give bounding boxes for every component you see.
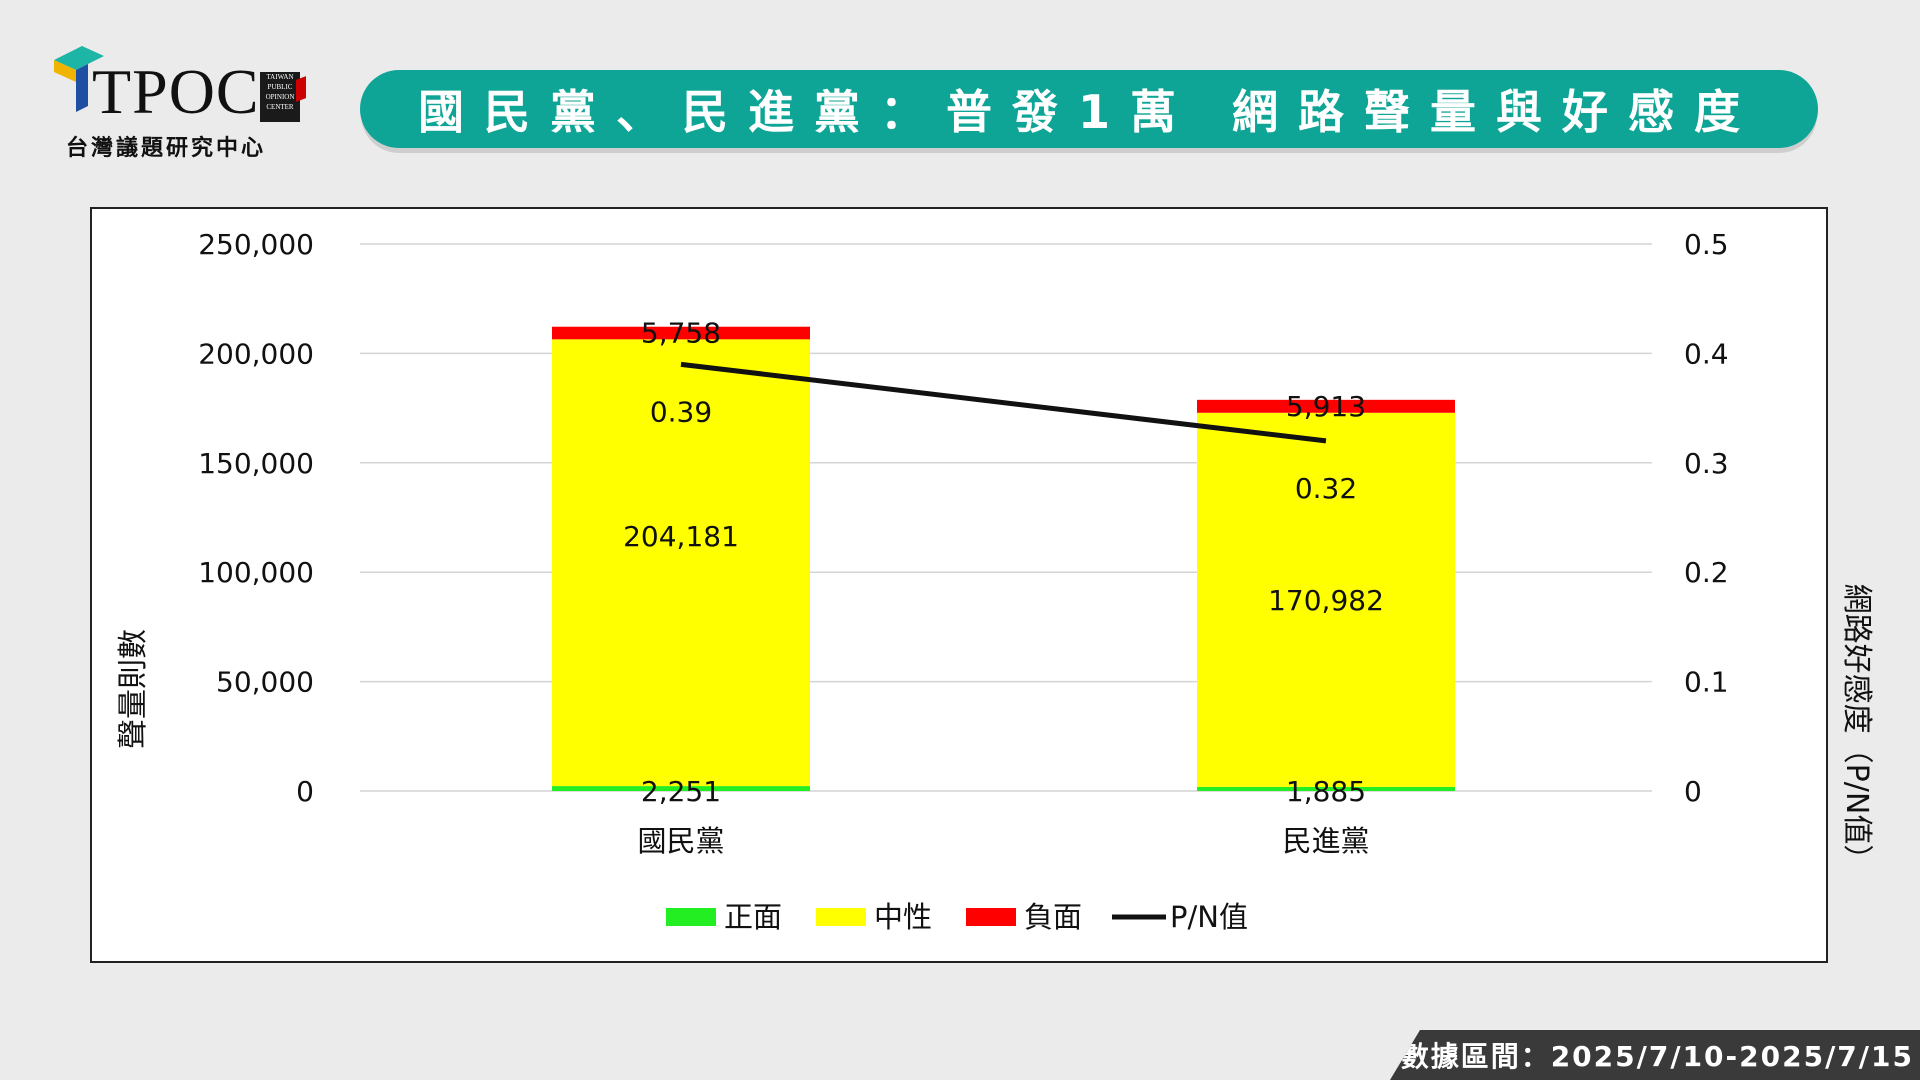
data-label: 5,758: [641, 317, 721, 350]
legend-label: P/N值: [1170, 900, 1248, 934]
y2-tick-label: 0.2: [1684, 556, 1729, 589]
logo-badge-stripe: [296, 76, 306, 102]
legend-label: 負面: [1024, 900, 1082, 934]
pn-data-label: 0.32: [1295, 472, 1357, 505]
logo-badge-line: TAIWAN: [266, 73, 294, 81]
data-label: 170,982: [1268, 584, 1384, 617]
y-axis-title-right: 網路好感度（P/N值）: [1839, 583, 1874, 875]
y2-tick-label: 0.5: [1684, 228, 1729, 261]
x-tick-label: 國民黨: [637, 824, 724, 858]
tpoc-logo: TPOC TAIWAN PUBLIC OPINION CENTER 台灣議題研究…: [52, 38, 312, 160]
logo-wordmark: TPOC: [92, 56, 260, 127]
y-tick-label: 200,000: [198, 337, 314, 370]
logo-badge-line: PUBLIC: [267, 83, 293, 91]
y2-tick-label: 0.3: [1684, 447, 1729, 480]
y-tick-label: 100,000: [198, 556, 314, 589]
date-range-tag: 數據區間：2025/7/10-2025/7/15: [1390, 1030, 1920, 1080]
logo-badge: TAIWAN PUBLIC OPINION CENTER: [260, 72, 306, 122]
y-tick-label: 250,000: [198, 228, 314, 261]
page-title: 國民黨、民進黨：普發1萬 網路聲量與好感度: [417, 85, 1761, 139]
y-tick-label: 50,000: [216, 666, 314, 699]
legend-swatch: [966, 908, 1016, 926]
title-banner: 國民黨、民進黨：普發1萬 網路聲量與好感度: [360, 70, 1818, 148]
y2-tick-label: 0.1: [1684, 666, 1729, 699]
legend-label: 中性: [874, 900, 932, 934]
legend-label: 正面: [724, 900, 782, 934]
chart-panel: 0 0 50,000 0.1 100,000 0.2 150,000 0.3 200,000 0.…: [90, 207, 1874, 963]
y-tick-label: 150,000: [198, 447, 314, 480]
data-label: 5,913: [1286, 390, 1366, 423]
data-label: 1,885: [1286, 775, 1366, 808]
x-tick-label: 民進黨: [1282, 824, 1369, 858]
date-range-text: 數據區間：2025/7/10-2025/7/15: [1400, 1040, 1914, 1073]
legend-swatch: [816, 908, 866, 926]
stacked-bar-chart: 0 0 50,000 0.1 100,000 0.2 150,000 0.3 200,000 0.…: [198, 228, 1729, 934]
y2-tick-label: 0: [1684, 775, 1702, 808]
y2-tick-label: 0.4: [1684, 337, 1729, 370]
data-label: 2,251: [641, 775, 721, 808]
y-tick-label: 0: [296, 775, 314, 808]
logo-subtitle: 台灣議題研究中心: [66, 135, 267, 160]
data-label: 204,181: [623, 520, 739, 553]
logo-badge-line: OPINION: [265, 93, 295, 101]
legend-swatch: [666, 908, 716, 926]
y-axis-title-left: 聲量則數: [116, 629, 151, 749]
logo-badge-line: CENTER: [266, 103, 294, 111]
pn-data-label: 0.39: [650, 395, 712, 428]
